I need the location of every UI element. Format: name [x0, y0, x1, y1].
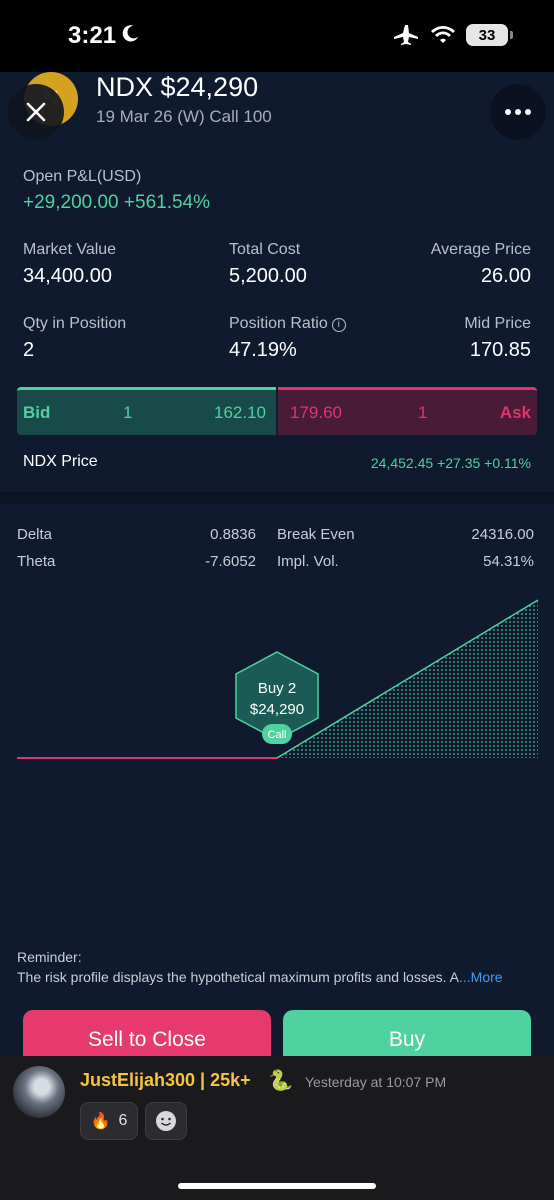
info-icon[interactable]: i: [331, 318, 346, 332]
more-options-button[interactable]: [490, 84, 546, 140]
qty-label: Qty in Position: [23, 315, 127, 332]
market-value-value: 34,400.00: [23, 265, 112, 287]
airplane-icon: [394, 25, 418, 45]
ellipsis-icon: [505, 109, 531, 115]
position-ratio-value: 47.19%: [229, 339, 297, 361]
market-value: Market Value 34,400.00: [23, 241, 116, 288]
average-price-label: Average Price: [430, 241, 531, 258]
position-ratio-label-text: Position Ratio: [229, 315, 328, 332]
username[interactable]: JustElijah300 | 25k+: [80, 1070, 251, 1091]
ask-panel[interactable]: 179.60 1 Ask: [278, 387, 537, 435]
marker-line1: Buy 2: [258, 680, 296, 697]
reminder-text: The risk profile displays the hypothetic…: [17, 969, 537, 985]
marker-tag: Call: [268, 729, 287, 741]
add-reaction-button[interactable]: [145, 1102, 187, 1140]
break-even-value: 24316.00: [471, 526, 534, 543]
snake-emoji-icon: 🐍: [268, 1070, 293, 1092]
bid-panel[interactable]: Bid 1 162.10: [17, 387, 276, 435]
mid-price-label: Mid Price: [464, 315, 531, 332]
mid-price: Mid Price 170.85: [464, 315, 531, 362]
home-indicator: [178, 1183, 376, 1189]
section-divider: [0, 492, 554, 504]
wifi-icon: [431, 26, 455, 43]
status-bar: 3:21 33: [0, 0, 554, 72]
message-timestamp: Yesterday at 10:07 PM: [305, 1074, 447, 1090]
moon-icon: [122, 25, 139, 42]
qty-value: 2: [23, 339, 35, 361]
reminder-body: The risk profile displays the hypothetic…: [17, 969, 459, 985]
fire-icon: 🔥: [90, 1113, 111, 1130]
ask-size: 1: [418, 403, 428, 422]
theta-label: Theta: [17, 553, 56, 570]
fire-reaction[interactable]: 🔥 6: [80, 1102, 138, 1140]
reminder-more-link[interactable]: ...More: [459, 969, 503, 985]
ask-price: 179.60: [290, 403, 342, 422]
underlying-label: NDX Price: [23, 453, 98, 470]
close-icon: [26, 102, 46, 122]
status-icons: 33: [394, 24, 513, 46]
total-cost-label: Total Cost: [229, 241, 301, 258]
market-value-label: Market Value: [23, 241, 117, 258]
smiley-icon: [156, 1111, 176, 1131]
average-price: Average Price 26.00: [431, 241, 531, 288]
avatar[interactable]: [13, 1066, 65, 1118]
underlying-value: 24,452.45 +27.35 +0.11%: [370, 455, 531, 471]
page-title: NDX $24,290: [96, 72, 259, 102]
total-cost-value: 5,200.00: [229, 265, 307, 287]
status-time: 3:21: [68, 22, 117, 49]
impl-vol-value: 54.31%: [483, 553, 534, 570]
bid-price: 162.10: [214, 403, 266, 422]
total-cost: Total Cost 5,200.00: [229, 241, 307, 288]
reaction-count: 6: [118, 1112, 128, 1129]
bid-ask-bar: Bid 1 162.10 179.60 1 Ask: [17, 387, 537, 435]
chat-message: JustElijah300 | 25k+ 🐍 Yesterday at 10:0…: [0, 1056, 554, 1200]
reminder-title: Reminder:: [17, 949, 82, 965]
break-even-label: Break Even: [277, 526, 355, 543]
position-detail-screen: N NDX $24,290 19 Mar 26 (W) Call 100 Ope…: [0, 72, 554, 1056]
marker-line2: $24,290: [250, 701, 304, 718]
open-pnl-value: +29,200.00 +561.54%: [23, 192, 211, 213]
bid-size: 1: [123, 403, 133, 422]
theta-value: -7.6052: [205, 553, 256, 570]
close-button[interactable]: [8, 84, 64, 140]
average-price-value: 26.00: [480, 265, 531, 287]
impl-vol-label: Impl. Vol.: [277, 553, 339, 570]
delta-value: 0.8836: [210, 526, 256, 543]
bid-label: Bid: [23, 403, 51, 422]
battery-icon: 33: [466, 24, 513, 46]
mid-price-value: 170.85: [469, 339, 531, 361]
buy-button[interactable]: Buy: [283, 1010, 531, 1056]
ask-label: Ask: [499, 403, 531, 422]
position-ratio-label: Position Ratio i: [229, 315, 346, 333]
delta-label: Delta: [17, 526, 53, 543]
qty-in-position: Qty in Position 2: [23, 315, 126, 362]
position-ratio: Position Ratio i 47.19%: [229, 315, 346, 362]
risk-profile-chart: Buy 2 $24,290 Call: [17, 599, 539, 759]
contract-subtitle: 19 Mar 26 (W) Call 100: [96, 107, 272, 126]
open-pnl-label: Open P&L(USD): [23, 168, 142, 185]
sell-to-close-button[interactable]: Sell to Close: [23, 1010, 271, 1056]
